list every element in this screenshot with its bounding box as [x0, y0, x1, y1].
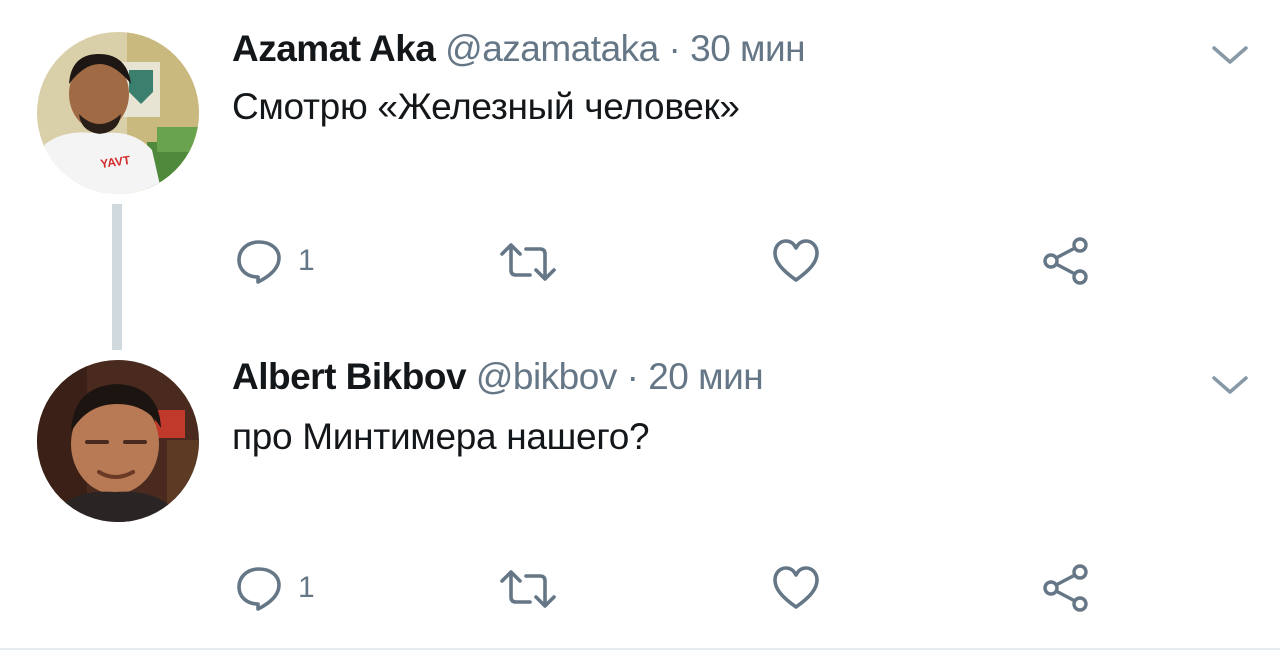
timestamp[interactable]: 20 мин — [648, 356, 763, 397]
tweet-albert[interactable]: Albert Bikbov @bikbov · 20 мин про Минти… — [0, 330, 1280, 648]
user-name[interactable]: Azamat Aka — [232, 28, 436, 69]
reply-button[interactable]: 1 — [234, 563, 315, 613]
chevron-down-icon[interactable] — [1208, 40, 1252, 70]
separator: · — [668, 28, 681, 69]
reply-icon — [237, 240, 281, 284]
retweet-icon — [500, 243, 556, 281]
like-icon — [773, 566, 819, 609]
tweet-text: Смотрю «Железный человек» — [232, 86, 740, 127]
avatar[interactable]: YAVT — [37, 32, 199, 194]
tweet-header: Azamat Aka @azamataka · 30 мин — [232, 28, 806, 70]
share-button[interactable] — [1040, 563, 1090, 613]
chevron-down-icon[interactable] — [1208, 370, 1252, 400]
user-name[interactable]: Albert Bikbov — [232, 356, 467, 397]
like-button[interactable] — [772, 238, 820, 284]
like-button[interactable] — [772, 565, 820, 611]
divider — [0, 648, 1280, 650]
like-icon — [773, 239, 819, 282]
reply-button[interactable]: 1 — [234, 236, 315, 286]
reply-count: 1 — [298, 571, 315, 604]
tweet-header: Albert Bikbov @bikbov · 20 мин — [232, 356, 764, 398]
tweet-text: про Минтимера нашего? — [232, 416, 650, 457]
retweet-button[interactable] — [500, 567, 556, 611]
thread-line — [112, 204, 122, 350]
reply-count: 1 — [298, 244, 315, 277]
user-handle[interactable]: @bikbov — [476, 356, 618, 397]
separator: · — [626, 356, 639, 397]
reply-icon — [237, 567, 281, 611]
share-icon — [1043, 564, 1088, 612]
user-handle[interactable]: @azamataka — [445, 28, 659, 69]
retweet-icon — [500, 570, 556, 608]
tweet-azamat[interactable]: YAVT Azamat Aka @azamataka · 30 мин Смот… — [0, 0, 1280, 350]
share-icon — [1043, 237, 1088, 285]
avatar[interactable] — [37, 360, 199, 522]
retweet-button[interactable] — [500, 240, 556, 284]
share-button[interactable] — [1040, 236, 1090, 286]
timestamp[interactable]: 30 мин — [690, 28, 805, 69]
